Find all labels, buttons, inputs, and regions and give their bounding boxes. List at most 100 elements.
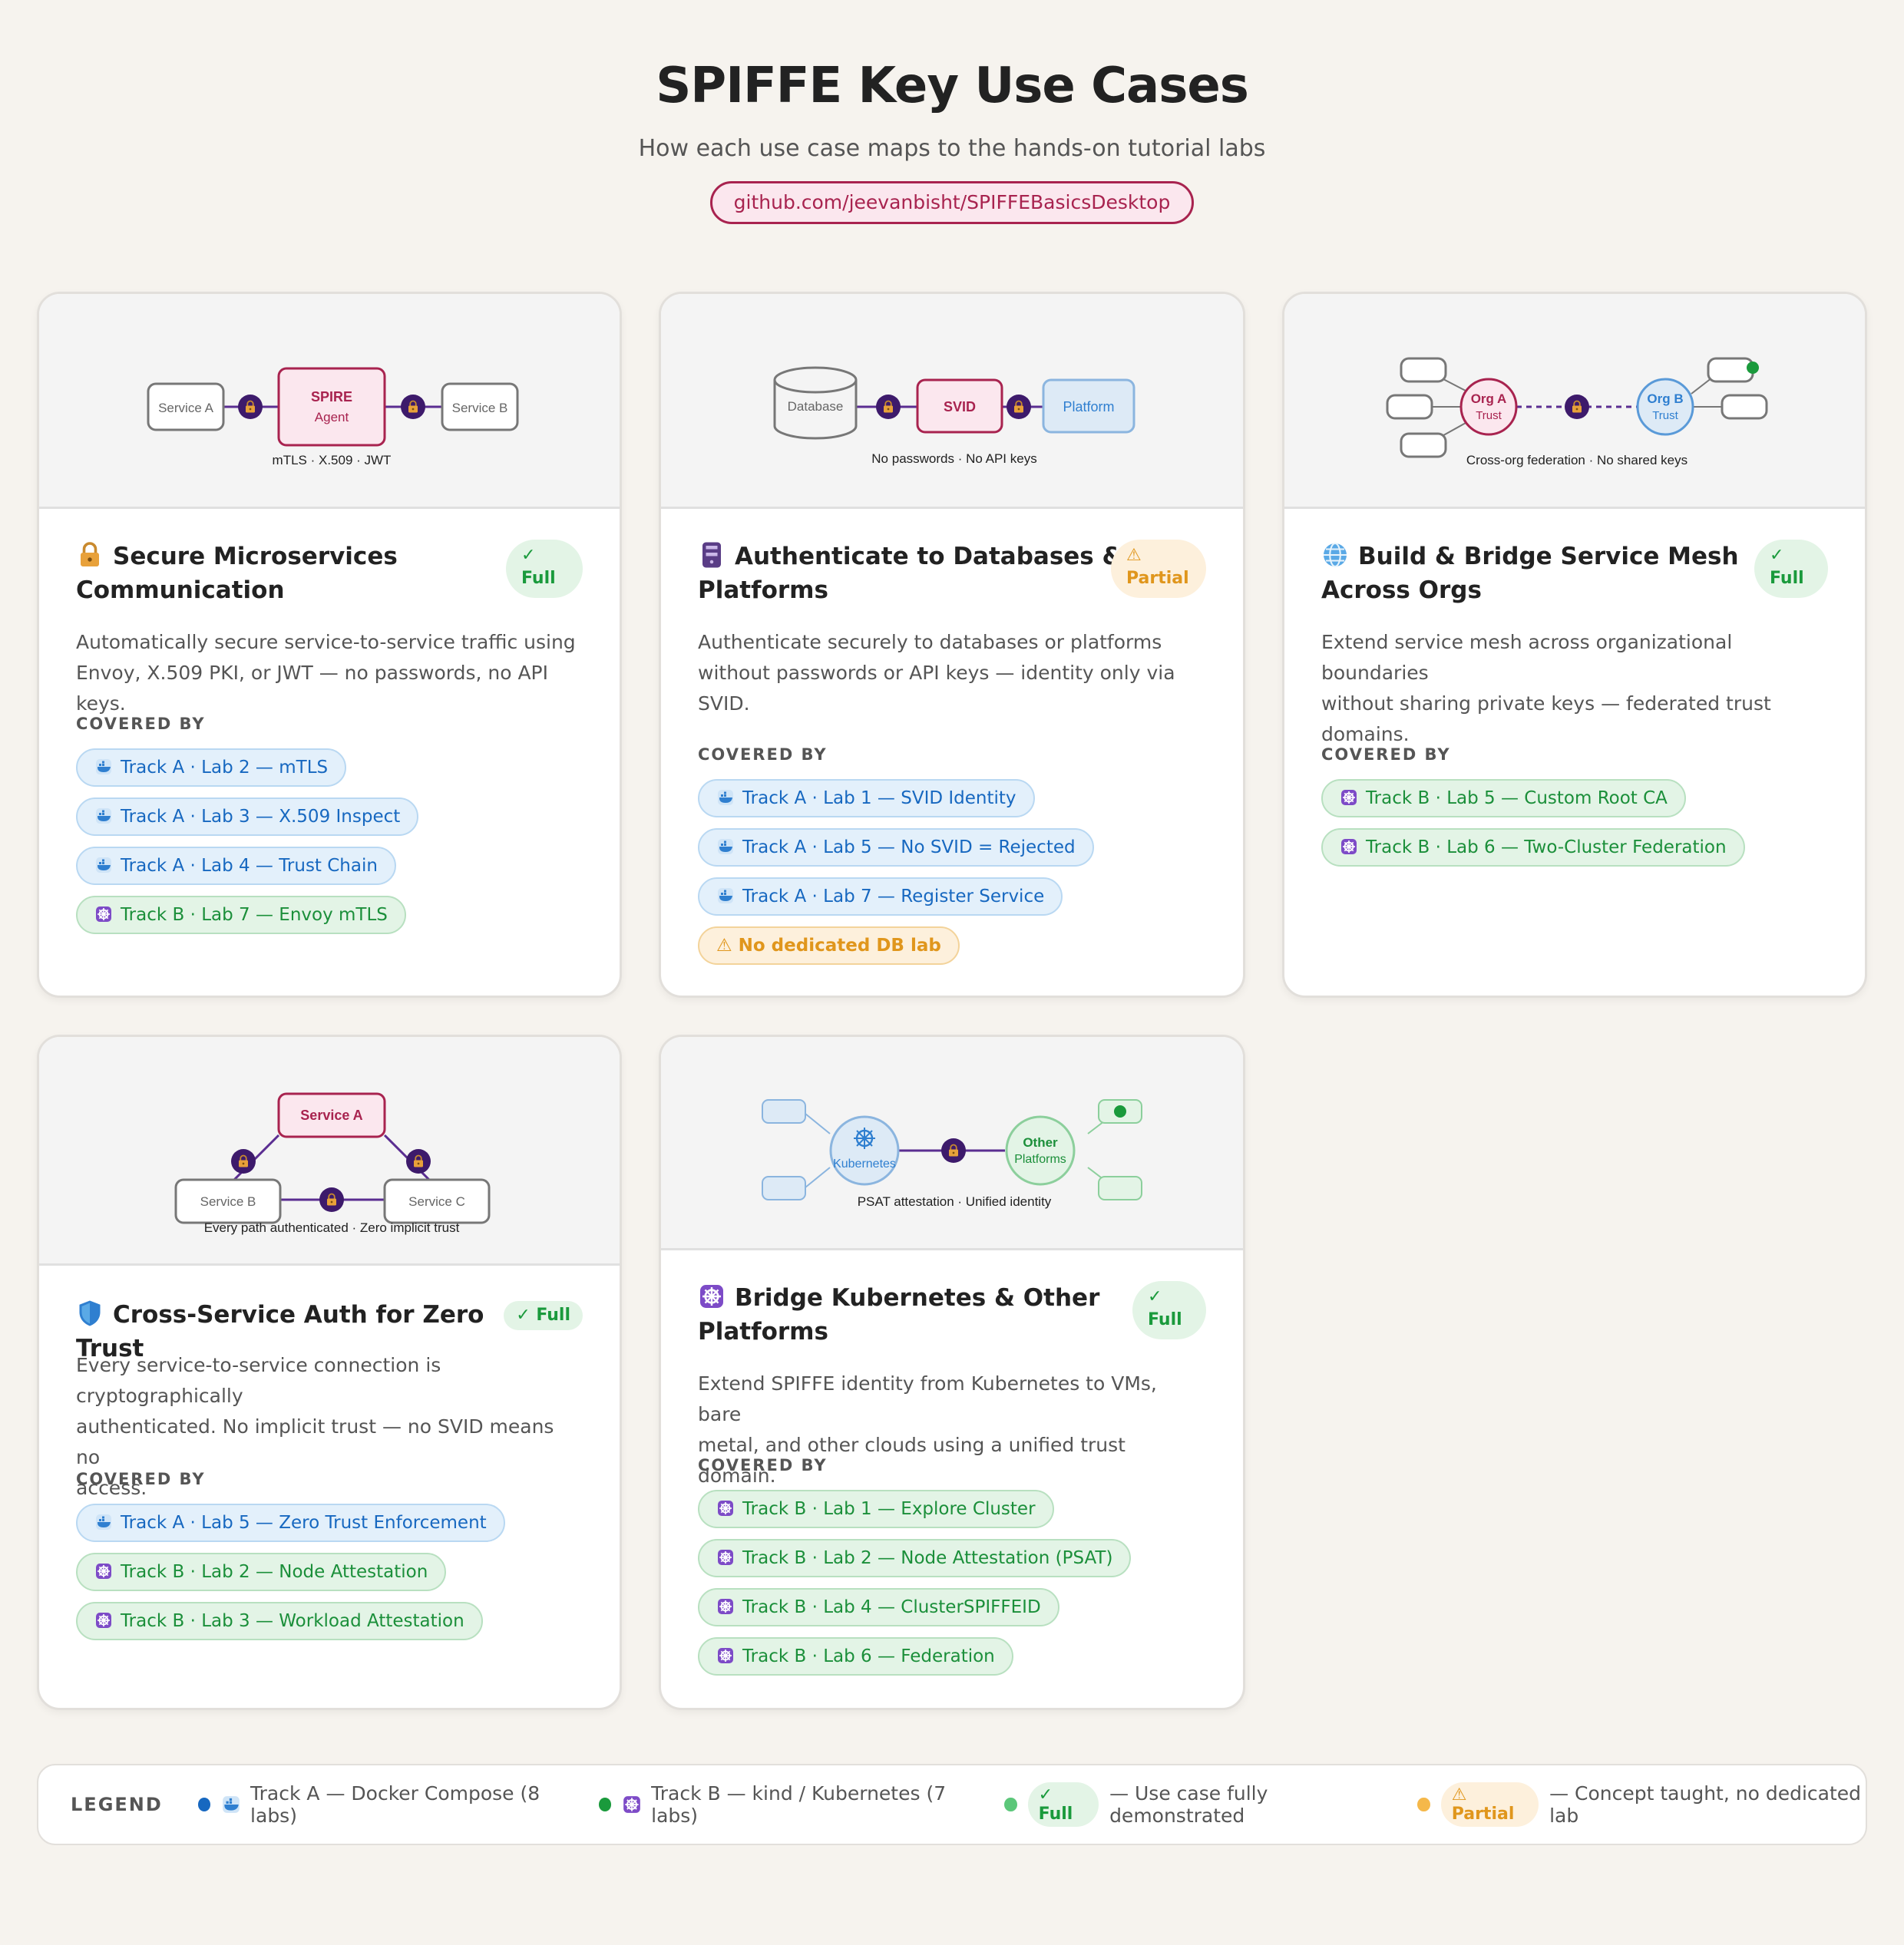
org-a-service-node: [1400, 432, 1447, 458]
kubernetes-icon: [1340, 838, 1357, 855]
zero-trust-diagram: Service A Service B Service C Every path…: [174, 1092, 491, 1235]
full-badge: ✓ Full: [1027, 1782, 1099, 1827]
kubernetes-diagram: Kubernetes Other Platforms PSAT attestat…: [762, 1099, 1142, 1209]
lab-chip[interactable]: Track A · Lab 3 — X.509 Inspect: [76, 797, 419, 836]
desc-line: without sharing private keys — federated…: [1321, 692, 1771, 715]
lab-list: Track A · Lab 2 — mTLS Track A · Lab 3 —…: [76, 748, 419, 945]
kubernetes-icon: [717, 1598, 734, 1615]
lab-list: Track A · Lab 5 — Zero Trust Enforcement…: [76, 1504, 505, 1651]
lab-chip-label: Track A · Lab 5 — Zero Trust Enforcement: [121, 1513, 487, 1533]
track-a-dot: [197, 1798, 211, 1811]
legend-title: LEGEND: [71, 1794, 163, 1815]
desc-line: Every service-to-service connection is c…: [76, 1354, 441, 1407]
other-platforms-node: [1005, 1115, 1076, 1186]
docker-icon: [96, 1514, 111, 1530]
lab-chip[interactable]: Track B · Lab 6 — Two-Cluster Federation: [1321, 828, 1745, 867]
lab-chip-label: Track A · Lab 1 — SVID Identity: [742, 788, 1016, 808]
lab-chip-label: Track A · Lab 4 — Trust Chain: [121, 856, 378, 876]
card-figure: Database SVID Platform No passwords · No…: [661, 294, 1243, 509]
federation-diagram: Org A Trust Org B Trust Cross-org federa…: [1386, 357, 1768, 467]
status-badge: ✓ Full: [506, 540, 583, 598]
database-node: Database: [773, 366, 858, 440]
service-a-label: Service A: [158, 401, 213, 415]
lab-chip-warning: ⚠ No dedicated DB lab: [698, 926, 960, 965]
service-c-label: Service C: [408, 1194, 465, 1209]
usecase-card-databases: Database SVID Platform No passwords · No…: [659, 292, 1245, 998]
badge-check: ✓: [1148, 1287, 1162, 1306]
lab-chip[interactable]: Track A · Lab 4 — Trust Chain: [76, 847, 396, 885]
badge-label: Full: [536, 1306, 570, 1325]
lab-chip[interactable]: Track B · Lab 4 — ClusterSPIFFEID: [698, 1588, 1059, 1626]
badge-check: ✓: [516, 1306, 531, 1325]
lab-chip-label: Track A · Lab 2 — mTLS: [121, 758, 329, 778]
lab-chip[interactable]: Track B · Lab 1 — Explore Cluster: [698, 1490, 1054, 1528]
card-figure: Kubernetes Other Platforms PSAT attestat…: [661, 1037, 1243, 1250]
status-badge: ✓ Full: [1754, 540, 1828, 598]
lab-list: Track A · Lab 1 — SVID Identity Track A …: [698, 779, 1094, 976]
repo-link[interactable]: github.com/jeevanbisht/SPIFFEBasicsDeskt…: [709, 181, 1195, 224]
lab-chip[interactable]: Track B · Lab 2 — Node Attestation (PSAT…: [698, 1539, 1132, 1577]
card-description: Extend service mesh across organizationa…: [1321, 627, 1828, 750]
card-title-line2: Platforms: [698, 1318, 828, 1346]
badge-check: ✓: [521, 546, 536, 565]
badge-check: ✓: [1770, 546, 1784, 565]
card-title-line1: Build & Bridge Service Mesh: [1358, 543, 1739, 570]
lab-chip[interactable]: Track A · Lab 1 — SVID Identity: [698, 779, 1035, 817]
databases-diagram: Database SVID Platform No passwords · No…: [773, 366, 1135, 466]
usecase-card-kubernetes: Kubernetes Other Platforms PSAT attestat…: [659, 1035, 1245, 1710]
card-title-line2: Communication: [76, 576, 285, 604]
helm-icon: [699, 1283, 725, 1309]
lab-chip-label: Track B · Lab 6 — Two-Cluster Federation: [1366, 837, 1727, 857]
kubernetes-label: Kubernetes: [833, 1157, 896, 1171]
desc-line: authenticated. No implicit trust — no SV…: [76, 1415, 554, 1468]
badge-label: Full: [1148, 1310, 1182, 1329]
lab-chip-label: Track B · Lab 3 — Workload Attestation: [121, 1611, 464, 1631]
service-a-label: Service A: [300, 1108, 362, 1123]
desc-line: domains.: [1321, 723, 1410, 745]
lab-chip[interactable]: Track A · Lab 5 — Zero Trust Enforcement: [76, 1504, 505, 1542]
platform-label: Platform: [1063, 399, 1114, 414]
lab-chip[interactable]: Track A · Lab 5 — No SVID = Rejected: [698, 828, 1094, 867]
desc-line: Automatically secure service-to-service …: [76, 631, 576, 653]
lab-chip[interactable]: Track B · Lab 6 — Federation: [698, 1637, 1013, 1676]
lab-chip[interactable]: Track B · Lab 5 — Custom Root CA: [1321, 779, 1686, 817]
card-header: Secure Microservices Communication ✓ Full: [76, 540, 583, 609]
lab-chip[interactable]: Track B · Lab 2 — Node Attestation: [76, 1553, 447, 1591]
lab-chip-label: Track B · Lab 2 — Node Attestation: [121, 1562, 428, 1582]
kubernetes-node: [829, 1115, 900, 1186]
docker-icon: [718, 839, 733, 854]
card-title: Bridge Kubernetes & Other Platforms: [698, 1281, 1128, 1349]
legend: LEGEND Track A — Docker Compose (8 labs)…: [37, 1764, 1867, 1845]
lab-chip-label: Track A · Lab 7 — Register Service: [742, 887, 1045, 906]
desc-line: without passwords or API keys — identity…: [698, 662, 1175, 684]
lab-chip[interactable]: Track B · Lab 3 — Workload Attestation: [76, 1602, 483, 1640]
lab-chip-label: Track A · Lab 5 — No SVID = Rejected: [742, 837, 1076, 857]
status-badge: ✓ Full: [1132, 1281, 1206, 1339]
status-badge: ⚠ Partial: [1111, 540, 1206, 598]
org-a-service-node: [1400, 357, 1447, 383]
lab-chip[interactable]: Track A · Lab 7 — Register Service: [698, 877, 1063, 916]
database-label: Database: [788, 399, 844, 414]
docker-icon: [96, 759, 111, 774]
desc-line: Extend SPIFFE identity from Kubernetes t…: [698, 1372, 1157, 1425]
track-b-dot: [598, 1798, 612, 1811]
lab-chip[interactable]: Track A · Lab 2 — mTLS: [76, 748, 347, 787]
kubernetes-icon: [1340, 789, 1357, 806]
card-title-line1: Bridge Kubernetes & Other: [735, 1284, 1100, 1312]
org-a-trust-node: [1459, 378, 1518, 436]
lab-chip-label: Track B · Lab 2 — Node Attestation (PSAT…: [742, 1548, 1113, 1568]
kubernetes-icon: [717, 1647, 734, 1664]
figure-caption: No passwords · No API keys: [871, 451, 1036, 466]
org-b-service-node: [1707, 357, 1754, 383]
legend-partial-label: — Concept taught, no dedicated lab: [1549, 1782, 1862, 1827]
full-dot: [1004, 1798, 1017, 1811]
covered-by-label: COVERED BY: [76, 1470, 206, 1488]
card-figure: Service A Service B Service C Every path…: [39, 1037, 620, 1266]
kubernetes-icon: [95, 906, 112, 923]
org-b-label: Org B: [1647, 391, 1683, 406]
legend-item-full: ✓ Full — Use case fully demonstrated: [1004, 1782, 1382, 1827]
lab-chip[interactable]: Track B · Lab 7 — Envoy mTLS: [76, 896, 406, 934]
legend-item-track-b: Track B — kind / Kubernetes (7 labs): [598, 1782, 969, 1827]
badge-label: Full: [521, 569, 556, 588]
org-a-service-node: [1386, 394, 1433, 420]
